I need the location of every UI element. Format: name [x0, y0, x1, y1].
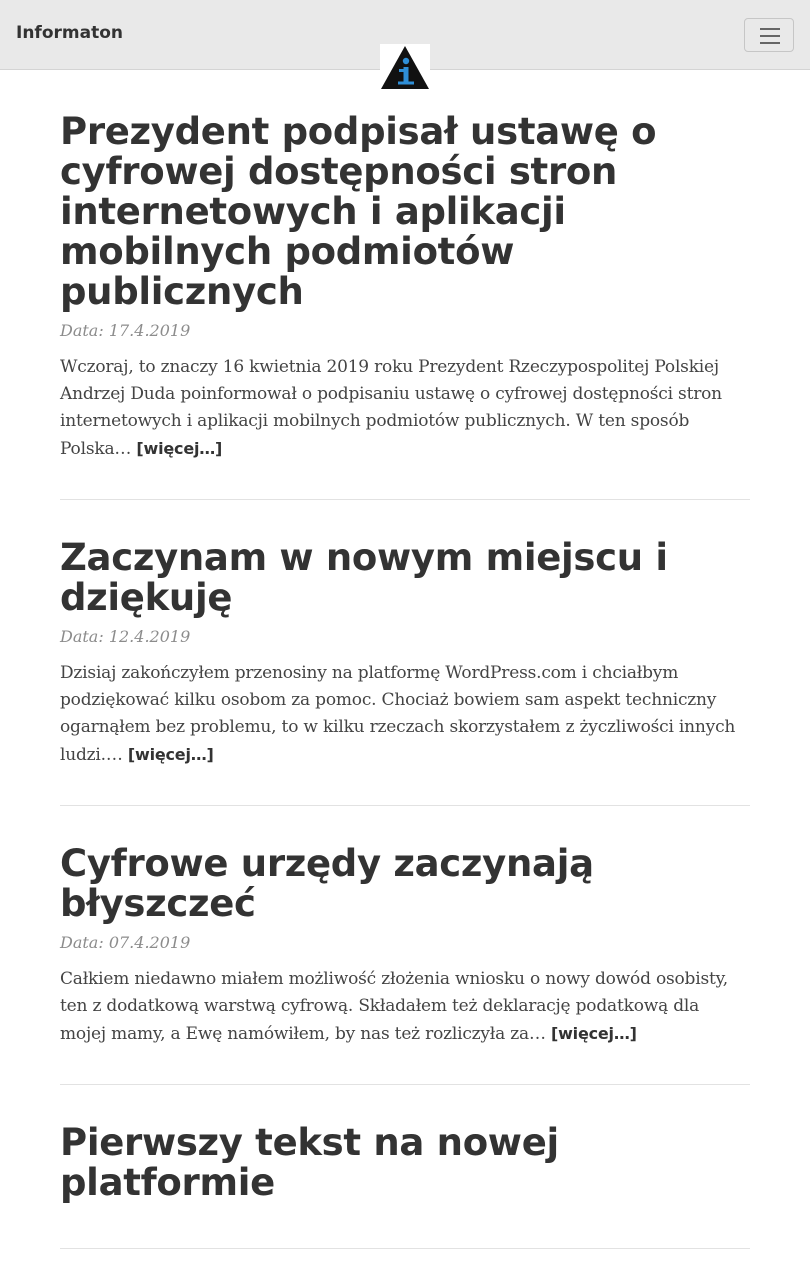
post-title-link[interactable]: Prezydent podpisał ustawę o cyfrowej dos…: [60, 110, 657, 313]
post-title: Pierwszy tekst na nowej platformie: [60, 1123, 750, 1203]
post-title: Zaczynam w nowym miejscu i dziękuję: [60, 538, 750, 618]
post-title: Cyfrowe urzędy zaczynają błyszczeć: [60, 844, 750, 924]
post-excerpt: Dzisiaj zakończyłem przenosiny na platfo…: [60, 660, 750, 769]
post-item: Prezydent podpisał ustawę o cyfrowej dos…: [60, 112, 750, 500]
post-excerpt: Całkiem niedawno miałem możliwość złożen…: [60, 966, 750, 1048]
info-triangle-logo[interactable]: [380, 44, 430, 90]
post-item: Cyfrowe urzędy zaczynają błyszczeć Data:…: [60, 844, 750, 1085]
post-date: Data: 07.4.2019: [60, 933, 191, 952]
post-date: Data: 12.4.2019: [60, 627, 191, 646]
post-title: Prezydent podpisał ustawę o cyfrowej dos…: [60, 112, 750, 312]
post-excerpt: Wczoraj, to znaczy 16 kwietnia 2019 roku…: [60, 354, 750, 463]
post-item: Pierwszy tekst na nowej platformie: [60, 1123, 750, 1249]
read-more-link[interactable]: [więcej…]: [128, 745, 214, 764]
post-item: Zaczynam w nowym miejscu i dziękuję Data…: [60, 538, 750, 806]
posts-list: Prezydent podpisał ustawę o cyfrowej dos…: [60, 112, 750, 1287]
read-more-link[interactable]: [więcej…]: [551, 1024, 637, 1043]
post-title-link[interactable]: Zaczynam w nowym miejscu i dziękuję: [60, 536, 668, 619]
post-title-link[interactable]: Cyfrowe urzędy zaczynają błyszczeć: [60, 842, 594, 925]
site-brand-link[interactable]: Informaton: [16, 23, 123, 43]
read-more-link[interactable]: [więcej…]: [136, 439, 222, 458]
post-date: Data: 17.4.2019: [60, 321, 191, 340]
menu-toggle-button[interactable]: [744, 18, 794, 52]
post-title-link[interactable]: Pierwszy tekst na nowej platformie: [60, 1121, 559, 1204]
